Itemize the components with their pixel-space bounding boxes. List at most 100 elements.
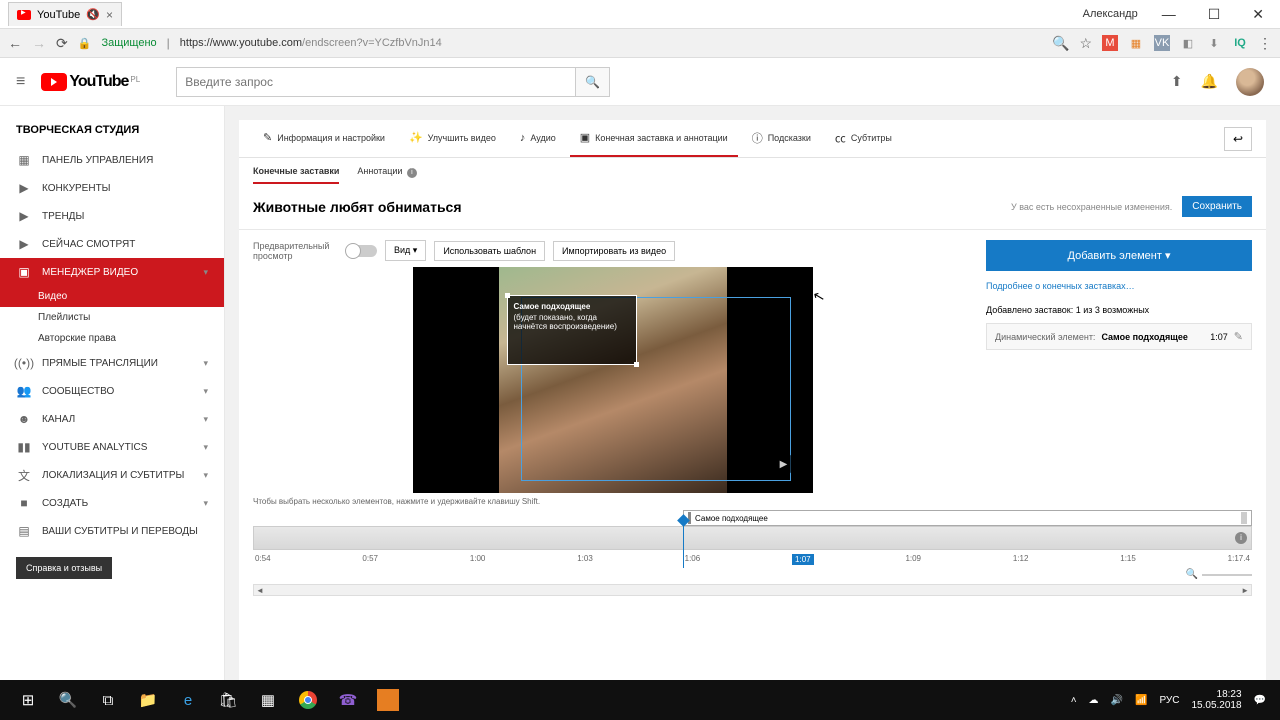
ext-icon-2[interactable]: ▦	[1128, 35, 1144, 51]
browser-tab[interactable]: YouTube 🔇 ×	[8, 2, 122, 26]
create-icon: ■	[16, 496, 32, 510]
import-button[interactable]: Импортировать из видео	[553, 241, 675, 261]
pinned-app-icon[interactable]: ▦	[248, 680, 288, 720]
sidebar-item-live[interactable]: ((•))ПРЯМЫЕ ТРАНСЛЯЦИИ▾	[0, 349, 224, 377]
sidebar-sub-videos[interactable]: Видео	[0, 286, 224, 307]
vk-ext-icon[interactable]: VK	[1154, 35, 1170, 51]
endscreen-element[interactable]: Самое подходящее (будет показано, когда …	[507, 295, 637, 365]
add-element-button[interactable]: Добавить элемент ▾	[986, 240, 1252, 271]
maximize-button[interactable]: ☐	[1200, 2, 1229, 27]
avatar[interactable]	[1236, 68, 1264, 96]
timeline-info-icon[interactable]: i	[1235, 532, 1247, 544]
help-button[interactable]: Справка и отзывы	[16, 557, 112, 579]
clock[interactable]: 18:2315.05.2018	[1191, 689, 1241, 711]
timeline-scrollbar[interactable]: ◄►	[253, 584, 1252, 596]
url-text[interactable]: https://www.youtube.com/endscreen?v=YCzf…	[180, 37, 442, 49]
wifi-icon[interactable]: 📶	[1135, 695, 1147, 706]
tab-info[interactable]: ✎Информация и настройки	[253, 120, 395, 157]
timeline[interactable]: Самое подходящее i 0:540:571:001:031:061…	[253, 526, 1252, 596]
pencil-icon: ✎	[263, 131, 272, 144]
subtab-endscreens[interactable]: Конечные заставки	[253, 166, 339, 184]
start-button[interactable]: ⊞	[8, 680, 48, 720]
preview-toggle[interactable]	[347, 245, 377, 257]
profile-name[interactable]: Александр	[1083, 8, 1138, 20]
play-icon[interactable]: ▶	[773, 453, 795, 475]
reload-icon[interactable]: ⟳	[56, 35, 68, 52]
ext-icon-4[interactable]: ◧	[1180, 35, 1196, 51]
volume-icon[interactable]: 🔊	[1111, 695, 1123, 706]
sidebar-item-watchnow[interactable]: ▶СЕЙЧАС СМОТРЯТ	[0, 230, 224, 258]
sidebar-item-create[interactable]: ■СОЗДАТЬ▾	[0, 489, 224, 517]
sidebar-item-community[interactable]: 👥СООБЩЕСТВО▾	[0, 377, 224, 405]
edge-icon[interactable]: e	[168, 680, 208, 720]
chrome-icon[interactable]	[288, 680, 328, 720]
iq-ext-icon[interactable]: IQ	[1232, 35, 1248, 51]
sidebar-item-localization[interactable]: 文ЛОКАЛИЗАЦИЯ И СУБТИТРЫ▾	[0, 461, 224, 489]
sidebar-item-competitors[interactable]: ▶КОНКУРЕНТЫ	[0, 174, 224, 202]
timeline-element[interactable]: Самое подходящее	[683, 510, 1252, 526]
tab-enhance[interactable]: ✨Улучшить видео	[399, 120, 506, 157]
minimize-button[interactable]: —	[1154, 2, 1184, 26]
tab-subtitles[interactable]: ㏄Субтитры	[825, 120, 902, 157]
notifications-icon[interactable]: 🔔	[1201, 73, 1218, 90]
timeline-track[interactable]: i	[253, 526, 1252, 550]
youtube-favicon	[17, 10, 31, 20]
added-count: Добавлено заставок: 1 из 3 возможных	[986, 305, 1252, 315]
sidebar-item-channel[interactable]: ☻КАНАЛ▾	[0, 405, 224, 433]
watchnow-icon: ▶	[16, 237, 32, 251]
trends-icon: ▶	[16, 209, 32, 223]
info-badge-icon: i	[407, 168, 417, 178]
sidebar-item-contrib[interactable]: ▤ВАШИ СУБТИТРЫ И ПЕРЕВОДЫ	[0, 517, 224, 545]
playhead[interactable]	[683, 520, 684, 568]
element-list-item[interactable]: Динамический элемент: Самое подходящее 1…	[986, 323, 1252, 350]
tab-endscreen[interactable]: ▣Конечная заставка и аннотации	[570, 120, 738, 157]
sidebar-item-videomanager[interactable]: ▣МЕНЕДЖЕР ВИДЕО▾	[0, 258, 224, 286]
sidebar-item-dashboard[interactable]: ▦ПАНЕЛЬ УПРАВЛЕНИЯ	[0, 146, 224, 174]
tab-cards[interactable]: ⓘПодсказки	[742, 120, 821, 157]
onedrive-icon[interactable]: ☁	[1089, 695, 1099, 706]
sidebar-sub-playlists[interactable]: Плейлисты	[0, 307, 224, 328]
taskview-icon[interactable]: ⧉	[88, 680, 128, 720]
youtube-logo[interactable]: YouTubePL	[41, 73, 140, 91]
viber-icon[interactable]: ☎	[328, 680, 368, 720]
close-tab-icon[interactable]: ×	[106, 8, 113, 22]
zoom-out-icon[interactable]: 🔍	[1186, 569, 1198, 580]
close-window-button[interactable]: ✕	[1244, 2, 1272, 27]
menu-icon[interactable]: ⋮	[1258, 35, 1272, 52]
sidebar: ТВОРЧЕСКАЯ СТУДИЯ ▦ПАНЕЛЬ УПРАВЛЕНИЯ ▶КО…	[0, 106, 225, 680]
search-input[interactable]	[176, 67, 576, 97]
zoom-slider[interactable]	[1202, 574, 1252, 576]
tab-audio[interactable]: ♪Аудио	[510, 120, 566, 157]
save-button[interactable]: Сохранить	[1182, 196, 1252, 217]
gmail-ext-icon[interactable]: M	[1102, 35, 1118, 51]
sidebar-item-trends[interactable]: ▶ТРЕНДЫ	[0, 202, 224, 230]
download-ext-icon[interactable]: ⬇	[1206, 35, 1222, 51]
tray-chevron-icon[interactable]: ˄	[1071, 695, 1077, 706]
sidebar-sub-copyright[interactable]: Авторские права	[0, 328, 224, 349]
sidebar-item-analytics[interactable]: ▮▮YOUTUBE ANALYTICS▾	[0, 433, 224, 461]
video-preview[interactable]: Самое подходящее (будет показано, когда …	[413, 267, 813, 493]
subtab-annotations[interactable]: Аннотации i	[357, 166, 417, 184]
revert-button[interactable]: ↩	[1224, 127, 1252, 151]
lock-icon: 🔒	[78, 37, 92, 50]
learn-more-link[interactable]: Подробнее о конечных заставках…	[986, 281, 1252, 291]
explorer-icon[interactable]: 📁	[128, 680, 168, 720]
edit-icon[interactable]: ✎	[1234, 330, 1243, 343]
live-icon: ((•))	[16, 356, 32, 370]
action-center-icon[interactable]: 💬	[1254, 695, 1266, 706]
back-icon[interactable]: ←	[8, 35, 22, 51]
use-template-button[interactable]: Использовать шаблон	[434, 241, 545, 261]
speaker-icon[interactable]: 🔇	[86, 8, 100, 21]
star-icon[interactable]: ☆	[1079, 35, 1092, 52]
community-icon: 👥	[16, 384, 32, 398]
search-button[interactable]: 🔍	[576, 67, 610, 97]
lang-indicator[interactable]: РУС	[1159, 695, 1179, 706]
search-omnibox-icon[interactable]: 🔍	[1052, 35, 1069, 52]
guide-icon[interactable]: ≡	[16, 73, 25, 91]
upload-icon[interactable]: ⬆	[1171, 73, 1183, 90]
sidebar-title: ТВОРЧЕСКАЯ СТУДИЯ	[0, 118, 224, 146]
pinned-app2-icon[interactable]	[377, 689, 399, 711]
view-dropdown[interactable]: Вид ▾	[385, 240, 426, 261]
store-icon[interactable]: 🛍	[208, 680, 248, 720]
search-taskbar-icon[interactable]: 🔍	[48, 680, 88, 720]
